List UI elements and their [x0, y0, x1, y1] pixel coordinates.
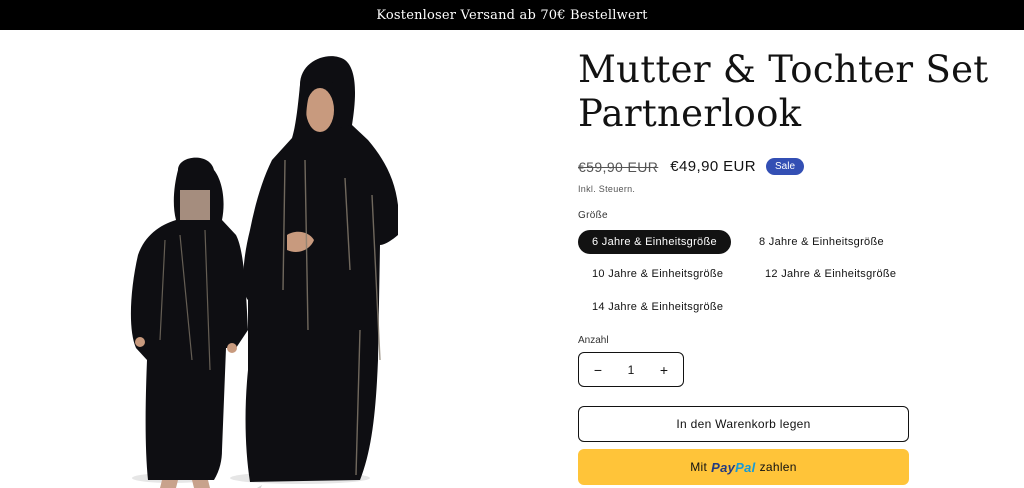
size-option-10-jahre[interactable]: 10 Jahre & Einheitsgröße: [578, 262, 737, 286]
quantity-input[interactable]: 1: [628, 363, 635, 377]
quantity-increase-button[interactable]: +: [657, 362, 671, 378]
product-image[interactable]: [0, 30, 560, 488]
product-title-line1: Mutter & Tochter Set: [578, 48, 989, 91]
tax-note: Inkl. Steuern.: [578, 184, 636, 194]
product-info: Mutter & Tochter Set Partnerlook €59,90 …: [578, 30, 1018, 485]
quantity-decrease-button[interactable]: −: [591, 362, 605, 378]
paypal-prefix: Mit: [690, 460, 708, 474]
announcement-bar: Kostenloser Versand ab 70€ Bestellwert: [0, 0, 1024, 30]
add-to-cart-label: In den Warenkorb legen: [676, 417, 811, 431]
paypal-button[interactable]: Mit PayPal zahlen: [578, 449, 909, 485]
size-option-12-jahre[interactable]: 12 Jahre & Einheitsgröße: [751, 262, 910, 286]
size-option-8-jahre[interactable]: 8 Jahre & Einheitsgröße: [745, 230, 898, 254]
quantity-label: Anzahl: [578, 335, 609, 346]
paypal-logo: PayPal: [711, 459, 756, 475]
size-option-6-jahre[interactable]: 6 Jahre & Einheitsgröße: [578, 230, 731, 254]
product-title-line2: Partnerlook: [578, 92, 802, 135]
sale-badge: Sale: [766, 158, 805, 175]
quantity-stepper: − 1 +: [578, 352, 684, 387]
paypal-suffix: zahlen: [759, 460, 797, 474]
size-label: Größe: [578, 210, 608, 221]
product-title: Mutter & Tochter Set Partnerlook: [578, 48, 1018, 136]
price-regular: €59,90 EUR: [578, 158, 659, 175]
size-option-14-jahre[interactable]: 14 Jahre & Einheitsgröße: [578, 295, 737, 319]
add-to-cart-button[interactable]: In den Warenkorb legen: [578, 406, 909, 442]
price-row: €59,90 EUR €49,90 EUR Sale: [578, 158, 805, 175]
product-photo: [0, 30, 560, 488]
announcement-text: Kostenloser Versand ab 70€ Bestellwert: [376, 7, 648, 23]
price-sale: €49,90 EUR: [670, 158, 756, 175]
